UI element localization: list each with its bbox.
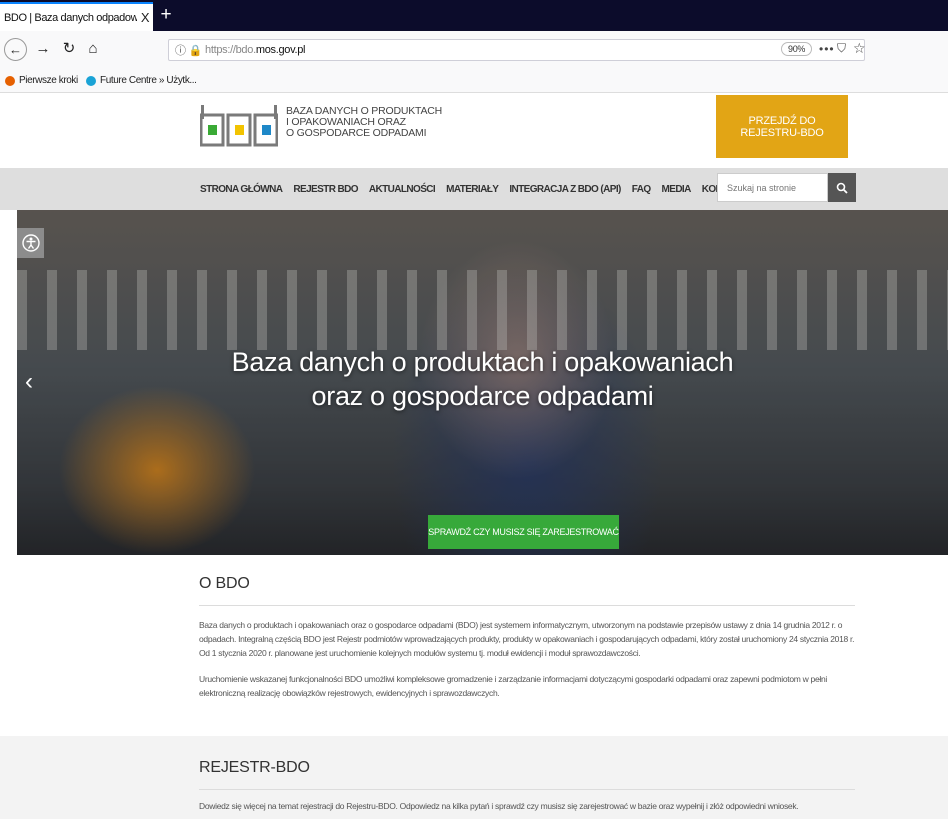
carousel-prev-icon[interactable]: ‹: [25, 370, 33, 394]
browser-tab-bar: BDO | Baza danych odpadowych X +: [0, 0, 948, 31]
divider: [199, 605, 855, 606]
nav-item-api[interactable]: INTEGRACJA Z BDO (API): [509, 184, 621, 195]
zoom-badge[interactable]: 90%: [781, 42, 813, 56]
site-info-icon[interactable]: ⓘ 🔒: [169, 42, 205, 58]
bookmark-item[interactable]: Future Centre » Użytk...: [86, 75, 197, 86]
nav-item-media[interactable]: MEDIA: [662, 184, 692, 195]
search-button[interactable]: [828, 173, 856, 202]
go-to-registry-button[interactable]: PRZEJDŹ DO REJESTRU-BDO: [716, 95, 848, 158]
accessibility-icon: [21, 234, 40, 252]
cta-line: PRZEJDŹ DO: [748, 114, 816, 127]
pocket-icon[interactable]: ⛉: [837, 41, 846, 56]
section-title: O BDO: [199, 575, 250, 592]
hero-title: Baza danych o produktach i opakowaniach …: [17, 345, 948, 413]
future-centre-icon: [86, 75, 96, 86]
check-registration-button[interactable]: SPRAWDŹ CZY MUSISZ SIĘ ZAREJESTROWAĆ: [428, 515, 619, 549]
tab-close-button[interactable]: X: [137, 10, 153, 25]
url-bar[interactable]: ⓘ 🔒 https://bdo. mos.gov.pl 90% ••• ⛉ ☆: [168, 39, 866, 61]
cta-line: REJESTRU-BDO: [740, 126, 824, 139]
hero-title-line: oraz o gospodarce odpadami: [311, 381, 654, 411]
search-input[interactable]: [717, 173, 828, 202]
nav-item-home[interactable]: STRONA GŁÓWNA: [200, 184, 283, 195]
bdo-logo[interactable]: [200, 105, 278, 149]
tab-title: BDO | Baza danych odpadowych: [4, 11, 137, 24]
about-paragraph: Baza danych o produktach i opakowaniach …: [199, 620, 855, 658]
bookmark-label: Future Centre » Użytk...: [100, 75, 197, 86]
url-prefix: https://bdo.: [205, 44, 256, 56]
nav-item-registry[interactable]: REJESTR BDO: [293, 184, 358, 195]
lock-icon: 🔒: [188, 45, 202, 57]
browser-toolbar: ← → ↻ ⌂ ⓘ 🔒 https://bdo. mos.gov.pl 90% •…: [0, 31, 948, 71]
about-section: O BDO Baza danych o produktach i opakowa…: [0, 555, 948, 736]
nav-item-materials[interactable]: MATERIAŁY: [446, 184, 499, 195]
registry-section: REJESTR-BDO Dowiedz się więcej na temat …: [0, 736, 948, 819]
nav-item-news[interactable]: AKTUALNOŚCI: [369, 184, 436, 195]
nav-item-faq[interactable]: FAQ: [632, 184, 651, 195]
new-tab-button[interactable]: +: [156, 4, 176, 26]
reload-icon[interactable]: ↻: [58, 38, 80, 60]
forward-icon[interactable]: →: [32, 38, 54, 60]
section-title: REJESTR-BDO: [199, 759, 310, 776]
browser-tab[interactable]: BDO | Baza danych odpadowych X: [0, 2, 153, 31]
bookmark-label: Pierwsze kroki: [19, 75, 78, 86]
main-nav: STRONA GŁÓWNA REJESTR BDO AKTUALNOŚCI MA…: [0, 168, 948, 210]
hero-banner: Baza danych o produktach i opakowaniach …: [17, 210, 948, 555]
about-paragraph: Uruchomienie wskazanej funkcjonalności B…: [199, 674, 827, 698]
search-icon: [836, 182, 848, 194]
back-icon[interactable]: ←: [4, 38, 27, 61]
logo-line: O GOSPODARCE ODPADAMI: [286, 127, 427, 139]
logo-text: BAZA DANYCH O PRODUKTACH I OPAKOWANIACH …: [286, 106, 442, 139]
bookmark-item[interactable]: Pierwsze kroki: [5, 75, 78, 86]
firefox-icon: [5, 75, 15, 86]
divider: [199, 789, 855, 790]
bookmark-star-icon[interactable]: ☆: [853, 40, 866, 57]
registry-paragraph: Dowiedz się więcej na temat rejestracji …: [199, 801, 799, 811]
site-header: BAZA DANYCH O PRODUKTACH I OPAKOWANIACH …: [0, 93, 948, 168]
bookmarks-bar: Pierwsze kroki Future Centre » Użytk...: [0, 71, 948, 93]
accessibility-button[interactable]: [17, 228, 44, 258]
home-icon[interactable]: ⌂: [82, 38, 104, 60]
more-icon[interactable]: •••: [819, 42, 835, 56]
url-host: mos.gov.pl: [255, 44, 306, 56]
hero-title-line: Baza danych o produktach i opakowaniach: [231, 347, 734, 377]
